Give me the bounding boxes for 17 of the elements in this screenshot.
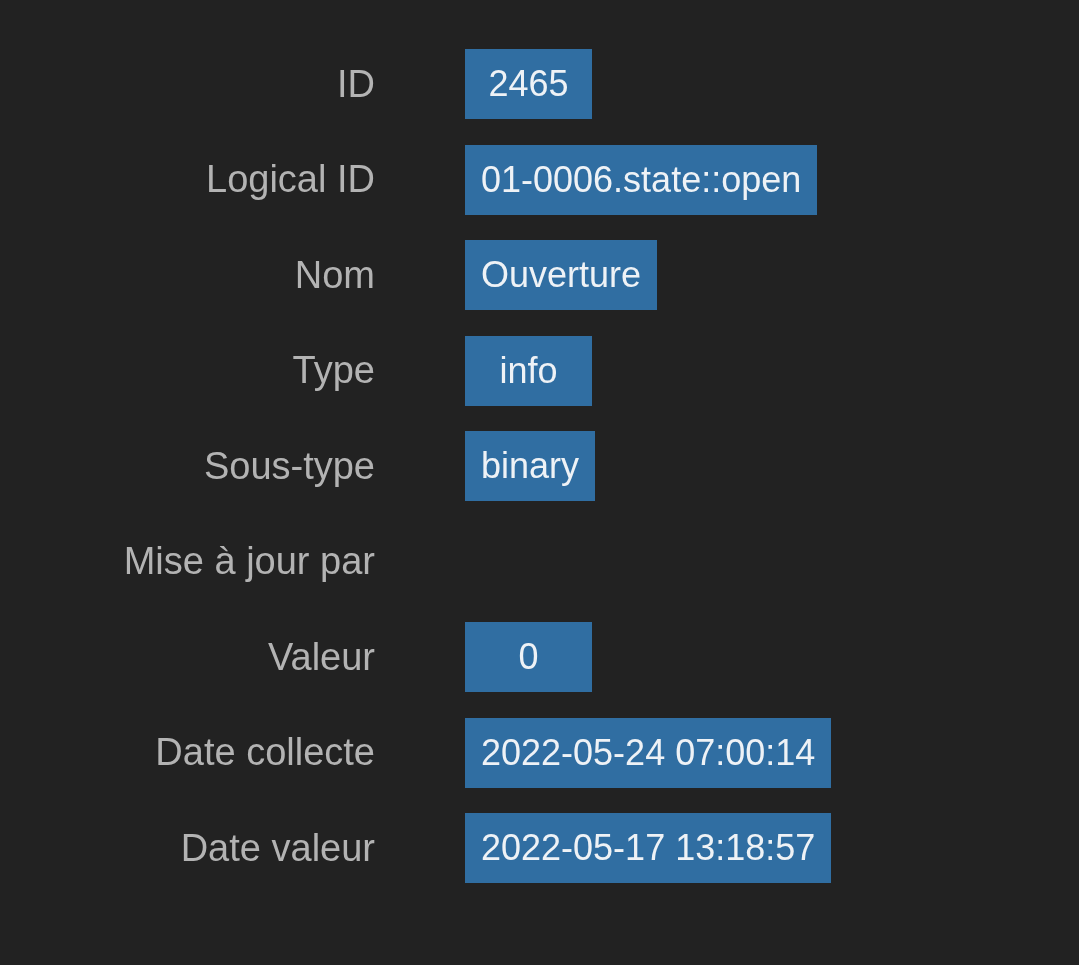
value-badge: 2022-05-17 13:18:57 (465, 813, 832, 883)
value-badge: 2022-05-24 07:00:14 (465, 717, 832, 788)
field-label: Mise à jour par (122, 539, 375, 584)
field-label: Logical ID (205, 157, 375, 202)
field-label: Valeur (266, 634, 375, 680)
value-badge: binary (465, 431, 596, 501)
field-label: Date collecte (154, 730, 375, 775)
field-label: Date valeur (179, 825, 375, 871)
field-label: Type (291, 348, 375, 393)
value-badge: 2465 (465, 49, 592, 119)
value-badge: 0 (465, 622, 592, 692)
field-label: Nom (293, 252, 375, 298)
value-badge: 01-0006.state::open (465, 144, 818, 215)
value-badge: Ouverture (465, 240, 658, 310)
field-label: ID (336, 61, 375, 107)
value-badge: info (465, 335, 592, 406)
field-label: Sous-type (202, 443, 375, 489)
